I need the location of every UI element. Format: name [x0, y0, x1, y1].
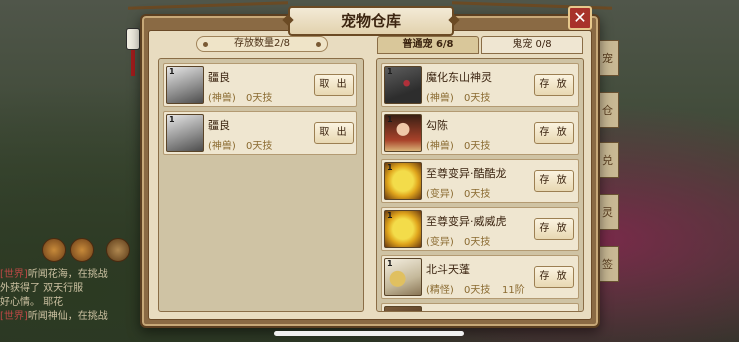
pet-list-panel[interactable]: 1 魔化东山神灵 (神兽) 0天技 存 放 1 勾陈 (神兽) 0天技 存 放 …	[376, 58, 584, 312]
pet-skills: 0天技	[464, 141, 491, 152]
demon-dragon-icon: 1	[384, 66, 422, 104]
pet-skills: 0天技	[464, 285, 491, 296]
pet-row[interactable]: 1 魔化东山神灵 (神兽) 0天技 存 放	[381, 63, 579, 107]
chat-log: [世界]听闻花海，在挑战 外获得了 双天行服 好心情。 耶花 [世界]听闻神仙，…	[0, 268, 150, 324]
side-tab-storage[interactable]: 仓	[597, 92, 619, 128]
stored-pet-row[interactable]: 1 疆良 (神兽) 0天技 取 出	[163, 63, 357, 107]
pet-row[interactable]	[381, 303, 579, 311]
take-out-button[interactable]: 取 出	[314, 74, 354, 96]
pet-stage: 11阶	[502, 285, 525, 296]
storage-panel: 1 疆良 (神兽) 0天技 取 出 1 疆良 (神兽) 0天技 取 出	[158, 58, 364, 312]
pet-type: (神兽)	[426, 141, 454, 152]
chat-line: [世界]听闻神仙，在挑战	[0, 311, 108, 322]
chat-line: 好心情。 耶花	[0, 297, 64, 308]
pet-icon	[384, 306, 422, 311]
mic-icon[interactable]	[106, 238, 130, 262]
chat-line: [世界]听闻花海，在挑战	[0, 269, 108, 280]
mutant-dragon-icon: 1	[384, 162, 422, 200]
pet-type: (神兽)	[426, 93, 454, 104]
avatar[interactable]	[70, 238, 94, 262]
pet-name: 疆良	[208, 71, 230, 84]
side-tab-pet[interactable]: 宠	[597, 40, 619, 76]
avatar[interactable]	[42, 238, 66, 262]
mutant-tiger-icon: 1	[384, 210, 422, 248]
pet-name: 勾陈	[426, 119, 448, 132]
pet-skills: 0天技	[246, 93, 273, 104]
side-tab-exchange[interactable]: 兑	[597, 142, 619, 178]
pet-name: 至尊变异·威威虎	[426, 215, 507, 228]
pet-name: 北斗天蓬	[426, 263, 470, 276]
white-tiger-icon: 1	[166, 114, 204, 152]
store-button[interactable]: 存 放	[534, 170, 574, 192]
pet-skills: 0天技	[246, 141, 273, 152]
pet-skills: 0天技	[464, 189, 491, 200]
storage-count-header: 存放数量2/8	[196, 36, 328, 52]
tab-ghost-pets[interactable]: 鬼宠 0/8	[481, 36, 583, 54]
pet-type: (变异)	[426, 189, 454, 200]
pet-row[interactable]: 1 至尊变异·酷酷龙 (变异) 0天技 存 放	[381, 159, 579, 203]
side-tab-sign[interactable]: 签	[597, 246, 619, 282]
lantern-decoration	[126, 28, 140, 80]
pet-name: 至尊变异·酷酷龙	[426, 167, 507, 180]
pet-type: (神兽)	[208, 141, 236, 152]
pet-skills: 0天技	[464, 237, 491, 248]
home-indicator	[274, 331, 464, 336]
pet-row[interactable]: 1 勾陈 (神兽) 0天技 存 放	[381, 111, 579, 155]
close-button[interactable]: ✕	[568, 6, 592, 30]
tab-normal-pets[interactable]: 普通宠 6/8	[377, 36, 479, 54]
pet-type: (神兽)	[208, 93, 236, 104]
pet-type: (变异)	[426, 237, 454, 248]
store-button[interactable]: 存 放	[534, 74, 574, 96]
store-button[interactable]: 存 放	[534, 266, 574, 288]
stored-pet-row[interactable]: 1 疆良 (神兽) 0天技 取 出	[163, 111, 357, 155]
beidou-tianpeng-icon: 1	[384, 258, 422, 296]
store-button[interactable]: 存 放	[534, 218, 574, 240]
pet-row[interactable]: 1 北斗天蓬 (精怪) 0天技 11阶 存 放	[381, 255, 579, 299]
goucheng-icon: 1	[384, 114, 422, 152]
take-out-button[interactable]: 取 出	[314, 122, 354, 144]
pet-name: 疆良	[208, 119, 230, 132]
dialog-title: 宠物仓库	[288, 6, 454, 36]
pet-type: (精怪)	[426, 285, 454, 296]
store-button[interactable]: 存 放	[534, 122, 574, 144]
pet-skills: 0天技	[464, 93, 491, 104]
chat-line: 外获得了 双天行服	[0, 283, 84, 294]
pet-name: 魔化东山神灵	[426, 71, 492, 84]
side-tab-spirit[interactable]: 灵	[597, 194, 619, 230]
pet-row[interactable]: 1 至尊变异·威威虎 (变异) 0天技 存 放	[381, 207, 579, 251]
white-tiger-icon: 1	[166, 66, 204, 104]
